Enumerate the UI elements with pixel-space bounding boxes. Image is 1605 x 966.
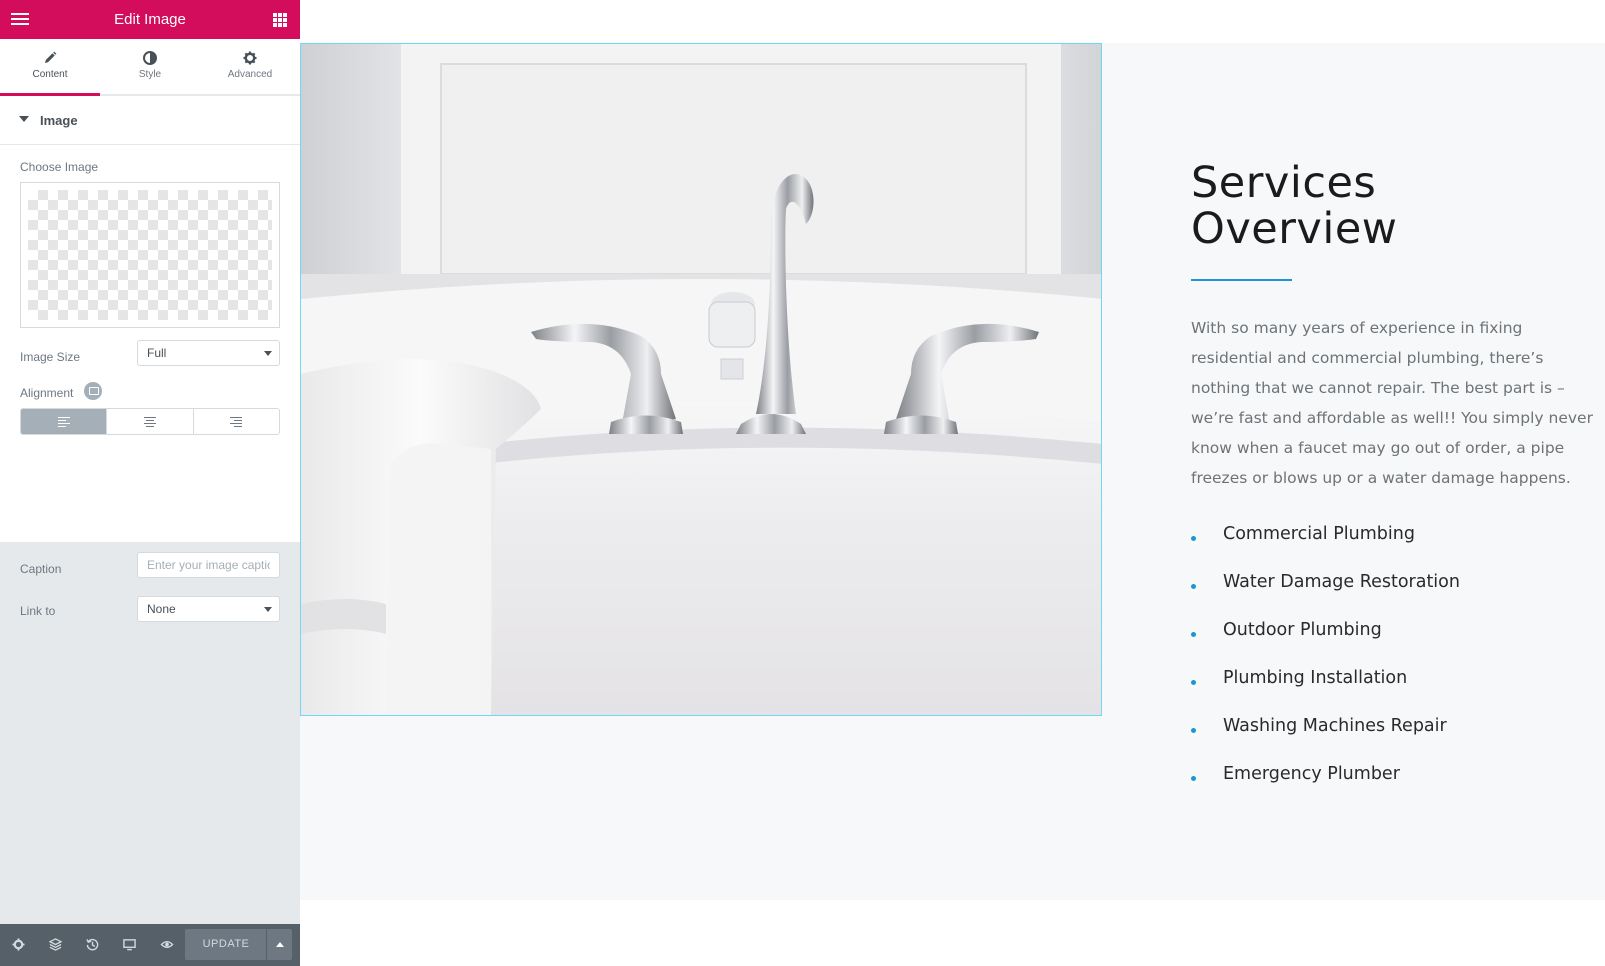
update-button[interactable]: UPDATE	[185, 929, 267, 960]
align-center-icon	[143, 417, 156, 429]
chevron-down-icon	[264, 607, 272, 612]
editor-panel: Edit Image Content Style Advanced Image …	[0, 0, 300, 966]
navigator-button[interactable]	[37, 924, 74, 966]
history-button[interactable]	[74, 924, 111, 966]
image-size-label: Image Size	[20, 350, 81, 364]
link-to-select[interactable]: None	[137, 596, 280, 622]
tab-advanced[interactable]: Advanced	[200, 39, 300, 95]
panel-tabs: Content Style Advanced	[0, 39, 300, 96]
tab-content[interactable]: Content	[0, 39, 100, 96]
preview-icon	[160, 941, 174, 948]
bullet-icon	[1191, 680, 1196, 685]
services-title-line1: Services	[1191, 158, 1377, 208]
panel-header: Edit Image	[0, 0, 300, 39]
list-item-label: Plumbing Installation	[1223, 668, 1408, 688]
image-placeholder	[28, 190, 272, 320]
list-item: Commercial Plumbing	[1191, 520, 1591, 568]
align-right-button[interactable]	[192, 409, 279, 434]
tab-style[interactable]: Style	[100, 39, 200, 95]
list-item: Plumbing Installation	[1191, 664, 1591, 712]
chevron-down-icon	[264, 351, 272, 356]
alignment-label: Alignment	[20, 386, 74, 400]
bullet-icon	[1191, 776, 1196, 781]
navigator-icon	[49, 938, 62, 951]
pencil-icon	[45, 51, 57, 63]
tab-label: Advanced	[227, 69, 273, 80]
list-item: Washing Machines Repair	[1191, 712, 1591, 760]
settings-button[interactable]	[0, 924, 37, 966]
update-options-button[interactable]	[266, 929, 292, 960]
list-item: Outdoor Plumbing	[1191, 616, 1591, 664]
responsive-button[interactable]	[111, 924, 148, 966]
align-center-button[interactable]	[106, 409, 193, 434]
settings-icon	[12, 938, 25, 951]
tab-label: Style	[138, 69, 162, 80]
list-item: Water Damage Restoration	[1191, 568, 1591, 616]
align-left-icon	[57, 417, 70, 429]
title-divider	[1191, 279, 1292, 281]
list-item-label: Emergency Plumber	[1223, 764, 1400, 784]
caption-input[interactable]	[137, 552, 280, 578]
bathtub-image[interactable]	[300, 43, 1102, 716]
services-list: Commercial Plumbing Water Damage Restora…	[1191, 520, 1591, 808]
preview-button[interactable]	[148, 924, 185, 966]
caption-label: Caption	[20, 562, 62, 576]
caret-down-icon	[19, 116, 29, 122]
section-title: Image	[40, 113, 78, 128]
services-title-line2: Overview	[1191, 204, 1398, 254]
list-item-label: Washing Machines Repair	[1223, 716, 1447, 736]
panel-footer: UPDATE	[0, 924, 300, 966]
link-to-value: None	[147, 602, 176, 616]
bullet-icon	[1191, 632, 1196, 637]
align-left-button[interactable]	[21, 409, 107, 434]
services-paragraph: With so many years of experience in fixi…	[1191, 319, 1593, 487]
bathtub-illustration	[301, 44, 1101, 715]
panel-content: Image Choose Image Image Size Full Align…	[0, 96, 300, 622]
bullet-icon	[1191, 728, 1196, 733]
link-to-label: Link to	[20, 604, 56, 618]
panel-title: Edit Image	[114, 11, 186, 28]
list-item-label: Water Damage Restoration	[1223, 572, 1460, 592]
tab-label: Content	[32, 69, 68, 80]
widgets-grid-icon[interactable]	[273, 13, 287, 27]
history-icon	[86, 938, 99, 951]
bullet-icon	[1191, 536, 1196, 541]
list-item-label: Commercial Plumbing	[1223, 524, 1415, 544]
list-item: Emergency Plumber	[1191, 760, 1591, 808]
half-circle-icon	[143, 51, 157, 65]
image-picker[interactable]	[20, 182, 280, 328]
responsive-icon	[123, 939, 136, 951]
gear-icon	[243, 51, 257, 65]
align-right-icon	[230, 417, 243, 429]
choose-image-label: Choose Image	[20, 160, 99, 174]
image-size-select[interactable]: Full	[137, 340, 280, 366]
list-item-label: Outdoor Plumbing	[1223, 620, 1382, 640]
section-toggle-image[interactable]: Image	[0, 96, 300, 145]
alignment-choices	[20, 408, 280, 435]
responsive-mode-icon[interactable]	[84, 382, 102, 400]
image-size-value: Full	[147, 346, 167, 360]
services-title: Services Overview	[1191, 160, 1571, 252]
bullet-icon	[1191, 584, 1196, 589]
